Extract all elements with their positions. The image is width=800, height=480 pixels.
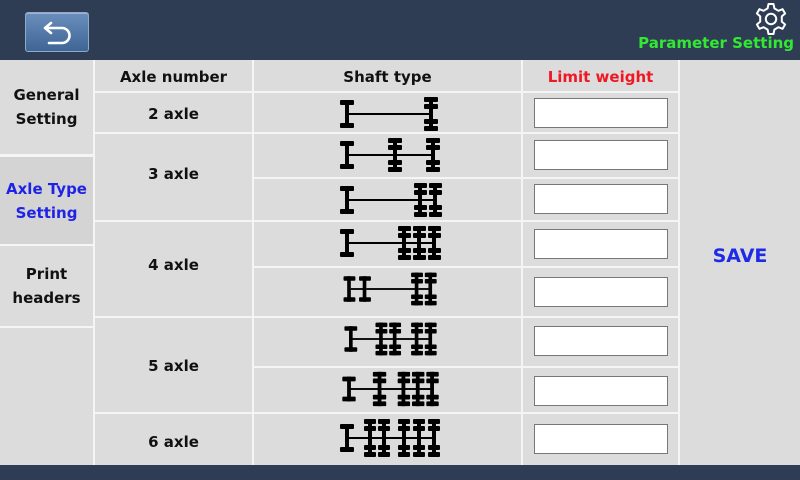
axle-label-2: 2 axle — [148, 105, 199, 123]
shaft-3-axle-b-icon — [340, 183, 442, 217]
header-limit-weight: Limit weight — [547, 68, 654, 86]
shaft-6-axle-icon — [340, 419, 440, 457]
divider — [252, 266, 680, 268]
axle-label-6: 6 axle — [148, 433, 199, 451]
shaft-3-axle-a-icon — [340, 138, 440, 172]
shaft-5-axle-a-icon — [344, 322, 437, 356]
limit-weight-input-5-axle-a[interactable] — [534, 326, 668, 356]
axle-label-5: 5 axle — [148, 357, 199, 375]
axle-label-3: 3 axle — [148, 165, 199, 183]
top-bar: Parameter Setting — [0, 0, 800, 60]
limit-weight-input-6-axle[interactable] — [534, 424, 668, 454]
sidebar-item-print-headers[interactable]: Print headers — [0, 246, 93, 328]
divider — [521, 60, 523, 465]
axle-label-4: 4 axle — [148, 256, 199, 274]
limit-weight-input-3-axle-b[interactable] — [534, 184, 668, 214]
limit-weight-input-4-axle-b[interactable] — [534, 277, 668, 307]
header-shaft-type: Shaft type — [343, 68, 432, 86]
bottom-bar — [0, 465, 800, 480]
limit-weight-input-5-axle-b[interactable] — [534, 376, 668, 406]
sidebar-item-label: Setting — [15, 203, 78, 222]
limit-weight-input-2-axle[interactable] — [534, 98, 668, 128]
shaft-5-axle-b-icon — [342, 371, 439, 407]
sidebar-item-label: General — [13, 86, 80, 104]
header-axle-number: Axle number — [119, 68, 228, 86]
gear-icon[interactable] — [753, 2, 789, 36]
sidebar-item-general-setting[interactable]: General Setting — [0, 60, 93, 156]
divider — [252, 366, 680, 368]
main-panel: General Setting Axle Type Setting Print hea… — [0, 60, 800, 465]
sidebar: General Setting Axle Type Setting Print hea… — [0, 60, 94, 465]
shaft-2-axle-icon — [340, 97, 438, 131]
sidebar-item-label: headers — [12, 289, 81, 307]
sidebar-item-axle-type-setting[interactable]: Axle Type Setting — [0, 155, 93, 246]
save-button[interactable]: SAVE — [680, 245, 800, 267]
back-button[interactable] — [25, 12, 89, 52]
limit-weight-input-3-axle-a[interactable] — [534, 140, 668, 170]
sidebar-item-label: Setting — [15, 110, 78, 128]
sidebar-item-label: Axle Type — [6, 179, 87, 198]
limit-weight-input-4-axle-a[interactable] — [534, 229, 668, 259]
divider — [252, 177, 680, 179]
shaft-4-axle-b-icon — [343, 272, 437, 306]
shaft-4-axle-a-icon — [340, 226, 441, 260]
divider — [252, 60, 254, 465]
back-arrow-icon — [43, 21, 71, 45]
sidebar-item-label: Print — [25, 265, 68, 283]
page-title: Parameter Setting — [638, 34, 794, 52]
